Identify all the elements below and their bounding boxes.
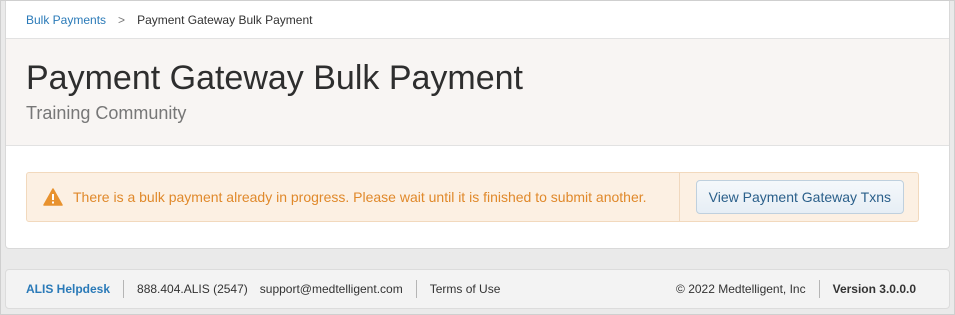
breadcrumb-link-bulk-payments[interactable]: Bulk Payments [26, 13, 106, 27]
footer-phone: 888.404.ALIS (2547) [137, 282, 248, 296]
alert-divider [678, 172, 680, 222]
footer-version: Version 3.0.0.0 [832, 282, 916, 296]
page-title: Payment Gateway Bulk Payment [26, 59, 524, 97]
footer-copyright: © 2022 Medtelligent, Inc [676, 282, 806, 296]
alert-message: There is a bulk payment already in progr… [73, 189, 647, 205]
page-header: Payment Gateway Bulk Payment Training Co… [6, 39, 949, 146]
page-subtitle: Training Community [26, 103, 187, 123]
footer-helpdesk-link[interactable]: ALIS Helpdesk [6, 282, 123, 296]
breadcrumb: Bulk Payments > Payment Gateway Bulk Pay… [6, 1, 949, 39]
footer-email[interactable]: support@medtelligent.com [254, 282, 416, 296]
warning-icon [43, 188, 63, 206]
breadcrumb-current: Payment Gateway Bulk Payment [137, 12, 313, 27]
footer-terms-link[interactable]: Terms of Use [417, 282, 514, 296]
view-payment-gateway-txns-button[interactable]: View Payment Gateway Txns [695, 180, 904, 214]
warning-alert: There is a bulk payment already in progr… [26, 172, 919, 222]
footer: ALIS Helpdesk 888.404.ALIS (2547) suppor… [5, 269, 950, 309]
breadcrumb-separator: > [118, 12, 126, 27]
